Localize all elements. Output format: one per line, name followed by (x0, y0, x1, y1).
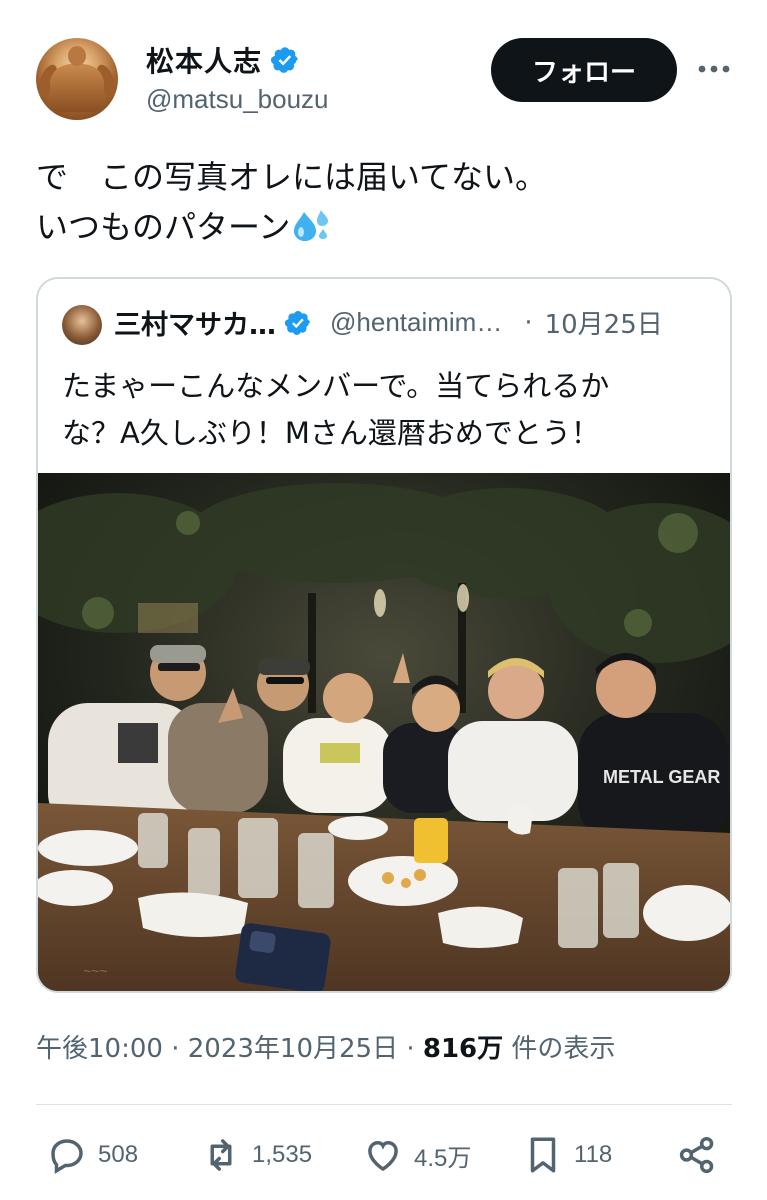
view-suffix: 件の表示 (503, 1034, 616, 1064)
tweet-text-line: いつものパターン (36, 202, 736, 252)
quoted-tweet[interactable]: 三村マサカ… @hentaimim… · 10月25日 たまゃーこんなメンバーで… (36, 277, 732, 993)
reply-count: 508 (98, 1141, 139, 1168)
share-button[interactable] (676, 1134, 718, 1176)
tweet-time[interactable]: 午後10:00 (36, 1034, 163, 1064)
tweet-meta: 午後10:00 · 2023年10月25日 · 816万 件の表示 (36, 1028, 615, 1065)
svg-text:~~~: ~~~ (83, 963, 108, 979)
group-dinner-photo[interactable]: METAL GEAR ~~~ (38, 473, 730, 993)
tweet-text-line: で この写真オレには届いてない。 (36, 158, 548, 196)
verified-badge-icon (270, 47, 298, 73)
bookmark-button[interactable]: 118 (522, 1134, 612, 1176)
tweet-header: 松本人志 @matsu_bouzu フォロー (0, 0, 767, 130)
bookmark-count: 118 (574, 1141, 613, 1168)
quoted-display-name[interactable]: 三村マサカ… (114, 303, 276, 342)
quoted-text-line: な？A久しぶり！Mさん還暦おめでとう！ (62, 416, 600, 450)
avatar-head (68, 46, 86, 66)
heart-icon (368, 1140, 398, 1172)
sweat-droplets-icon (294, 210, 329, 241)
bookmark-icon (530, 1137, 556, 1173)
view-count[interactable]: 816万 (423, 1034, 503, 1064)
follow-button[interactable]: フォロー (491, 38, 677, 102)
reply-button[interactable]: 508 (46, 1134, 138, 1176)
more-dots-icon[interactable] (696, 54, 732, 84)
quoted-date[interactable]: 10月25日 (545, 304, 663, 341)
retweet-icon (210, 1139, 232, 1171)
share-icon (679, 1136, 714, 1174)
like-button[interactable]: 4.5万 (362, 1134, 471, 1176)
user-name-row[interactable]: 松本人志 (146, 40, 300, 80)
svg-text:METAL GEAR: METAL GEAR (603, 767, 720, 787)
user-avatar[interactable] (36, 38, 118, 120)
like-count: 4.5万 (414, 1144, 472, 1172)
user-handle[interactable]: @matsu_bouzu (146, 84, 329, 115)
action-bar: 508 1,535 4.5万 118 (36, 1128, 732, 1184)
quoted-separator: · (524, 307, 533, 338)
user-display-name[interactable]: 松本人志 (146, 40, 262, 80)
meta-separator: · (162, 1034, 188, 1064)
quoted-handle[interactable]: @hentaimim… (330, 307, 502, 338)
tweet-text-fragment: いつものパターン (36, 208, 291, 246)
verified-badge-icon (284, 310, 310, 335)
quoted-user-row: 三村マサカ… @hentaimim… · 10月25日 (114, 303, 663, 342)
avatar-torso (50, 64, 104, 112)
quoted-text-line: たまゃーこんなメンバーで。当てられるか (62, 369, 610, 403)
quoted-user-avatar[interactable] (62, 305, 102, 345)
divider (36, 1104, 732, 1105)
reply-icon (51, 1139, 83, 1174)
meta-separator: · (398, 1034, 423, 1064)
tweet-text: で この写真オレには届いてない。 いつものパターン (36, 152, 736, 252)
retweet-count: 1,535 (252, 1141, 313, 1168)
retweet-button[interactable]: 1,535 (200, 1134, 312, 1176)
quoted-text: たまゃーこんなメンバーで。当てられるか な？A久しぶり！Mさん還暦おめでとう！ (62, 363, 712, 457)
tweet-date[interactable]: 2023年10月25日 (188, 1034, 398, 1064)
